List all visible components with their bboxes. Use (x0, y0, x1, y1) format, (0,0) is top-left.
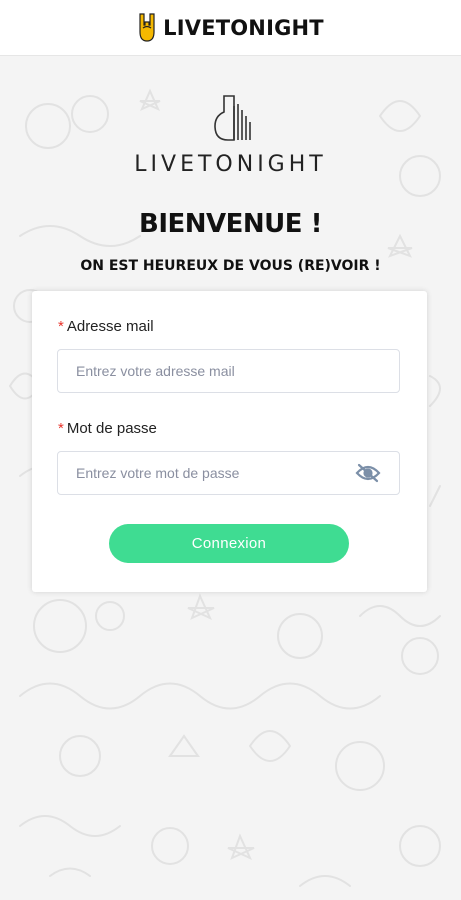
login-form-card: *Adresse mail *Mot de passe Connexion (32, 291, 427, 592)
required-asterisk: * (58, 420, 64, 437)
eye-off-icon[interactable] (355, 463, 381, 483)
email-label-text: Adresse mail (66, 318, 154, 335)
password-field-wrapper (57, 451, 400, 495)
guitar-logo-icon (213, 95, 251, 141)
rock-hand-logo-icon (139, 12, 155, 42)
required-asterisk: * (58, 318, 64, 335)
login-button[interactable]: Connexion (109, 524, 349, 563)
email-field-wrapper (57, 349, 400, 393)
password-field[interactable] (76, 465, 355, 481)
logo-wordmark: LIVETONIGHT (134, 152, 327, 177)
brand-name: LIVETONIGHT (163, 15, 324, 40)
password-label-text: Mot de passe (66, 420, 157, 437)
password-label: * Mot de passe (58, 420, 157, 437)
email-field[interactable] (76, 363, 381, 379)
welcome-title: BIENVENUE ! (139, 209, 322, 239)
email-label: * Adresse mail (58, 318, 154, 335)
top-bar: LIVETONIGHT (0, 0, 461, 56)
welcome-subtitle: ON EST HEUREUX DE VOUS (RE)VOIR ! (80, 258, 381, 274)
brand[interactable]: LIVETONIGHT (137, 12, 324, 43)
main-logo: LIVETONIGHT (0, 94, 461, 177)
